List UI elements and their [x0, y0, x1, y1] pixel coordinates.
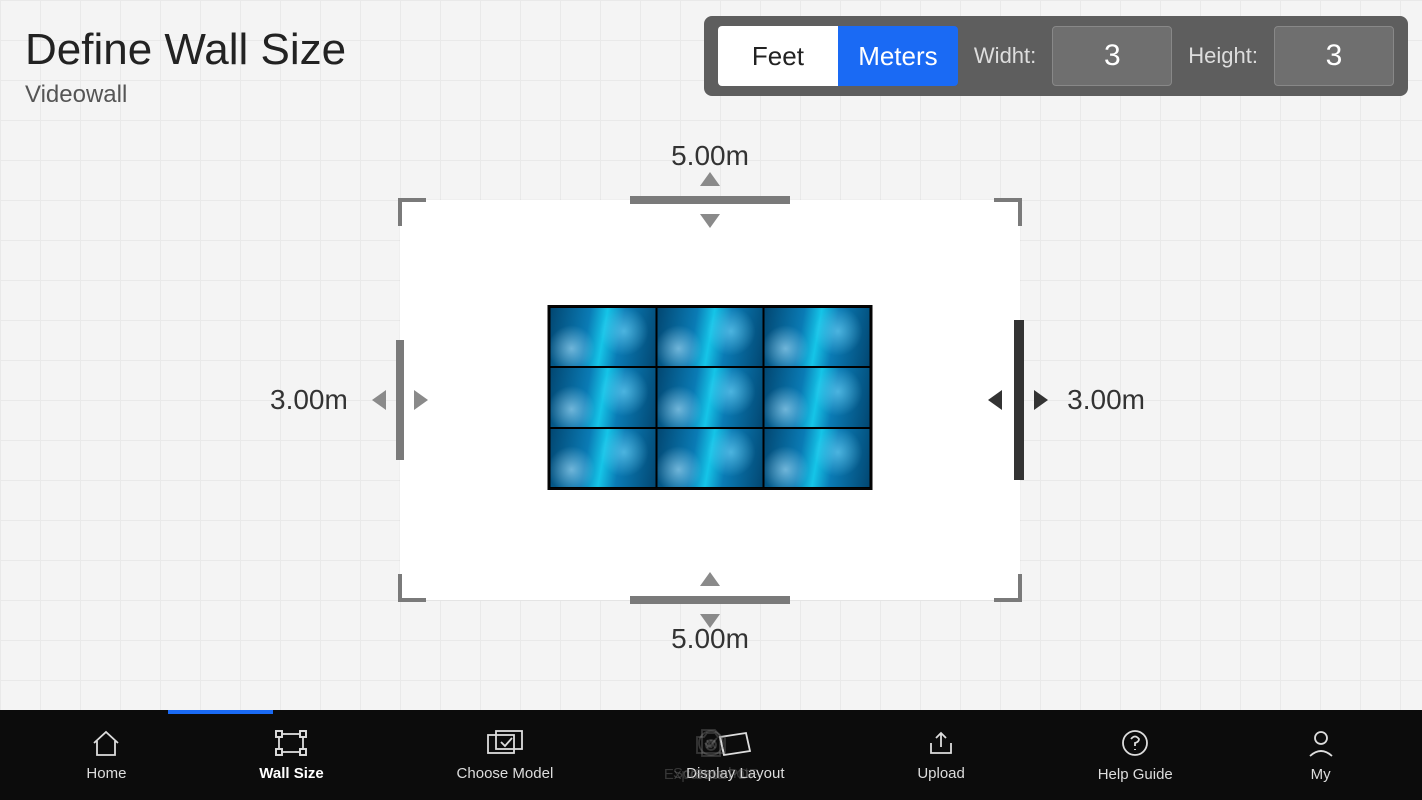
nav-upload[interactable]: Upload — [917, 729, 965, 782]
nav-choose-model[interactable]: Choose Model — [457, 729, 554, 782]
edge-handle-left[interactable] — [396, 340, 404, 460]
page-title: Define Wall Size — [25, 25, 346, 75]
display-panel — [657, 428, 764, 488]
nav-home-label: Home — [86, 765, 126, 782]
nav-upload-label: Upload — [917, 765, 965, 782]
nav-save-label: Save — [694, 766, 728, 783]
user-icon — [1306, 728, 1336, 758]
arrow-left-icon[interactable] — [372, 390, 386, 410]
display-panel — [657, 307, 764, 367]
arrow-right-inner-icon[interactable] — [414, 390, 428, 410]
corner-top-right[interactable] — [994, 198, 1022, 226]
nav-my-label: My — [1311, 766, 1331, 783]
unit-feet-button[interactable]: Feet — [718, 26, 838, 86]
display-panel — [550, 367, 657, 427]
arrow-down-inner-icon[interactable] — [700, 214, 720, 228]
nav-wall-size-label: Wall Size — [259, 765, 323, 782]
wall-size-controls: Feet Meters Widht: 3 Height: 3 — [704, 16, 1408, 96]
page-subtitle: Videowall — [25, 81, 346, 109]
unit-meters-button[interactable]: Meters — [838, 26, 958, 86]
height-input[interactable]: 3 — [1274, 26, 1394, 86]
dim-height-left: 3.00m — [270, 384, 348, 416]
nav-save[interactable]: Save — [694, 728, 728, 783]
display-panel — [764, 307, 871, 367]
nav-choose-model-label: Choose Model — [457, 765, 554, 782]
height-label: Height: — [1188, 43, 1258, 69]
wall-size-icon — [274, 729, 308, 757]
nav-help-guide[interactable]: Help Guide — [1098, 728, 1173, 783]
home-icon — [90, 729, 122, 757]
nav-home[interactable]: Home — [86, 729, 126, 782]
wall-rectangle[interactable] — [400, 200, 1020, 600]
dim-width-bottom: 5.00m — [671, 623, 749, 655]
edge-handle-bottom[interactable] — [630, 596, 790, 604]
dim-width-top: 5.00m — [671, 140, 749, 172]
nav-my[interactable]: My — [1306, 728, 1336, 783]
arrow-up-icon[interactable] — [700, 172, 720, 186]
display-panel — [550, 428, 657, 488]
arrow-right-icon[interactable] — [1034, 390, 1048, 410]
display-panel — [764, 367, 871, 427]
corner-top-left[interactable] — [398, 198, 426, 226]
edge-handle-right[interactable] — [1014, 320, 1024, 480]
bottom-nav: Home Wall Size Choose Model Display Layo… — [0, 710, 1422, 800]
videowall-preview — [548, 305, 873, 490]
nav-help-guide-label: Help Guide — [1098, 766, 1173, 783]
corner-bottom-left[interactable] — [398, 574, 426, 602]
width-input[interactable]: 3 — [1052, 26, 1172, 86]
edge-handle-top[interactable] — [630, 196, 790, 204]
nav-wall-size[interactable]: Wall Size — [259, 729, 323, 782]
active-tab-indicator — [168, 710, 273, 714]
width-label: Widht: — [974, 43, 1036, 69]
unit-toggle: Feet Meters — [718, 26, 958, 86]
display-panel — [657, 367, 764, 427]
dim-height-right: 3.00m — [1067, 384, 1145, 416]
corner-bottom-right[interactable] — [994, 574, 1022, 602]
display-panel — [764, 428, 871, 488]
save-icon — [696, 728, 726, 758]
upload-icon — [926, 729, 956, 757]
help-icon — [1120, 728, 1150, 758]
arrow-left-inner-icon[interactable] — [988, 390, 1002, 410]
display-panel — [550, 307, 657, 367]
wall-canvas[interactable]: 5.00m 5.00m 3.00m 3.00m — [400, 200, 1020, 600]
arrow-up-inner-icon[interactable] — [700, 572, 720, 586]
choose-model-icon — [486, 729, 524, 757]
